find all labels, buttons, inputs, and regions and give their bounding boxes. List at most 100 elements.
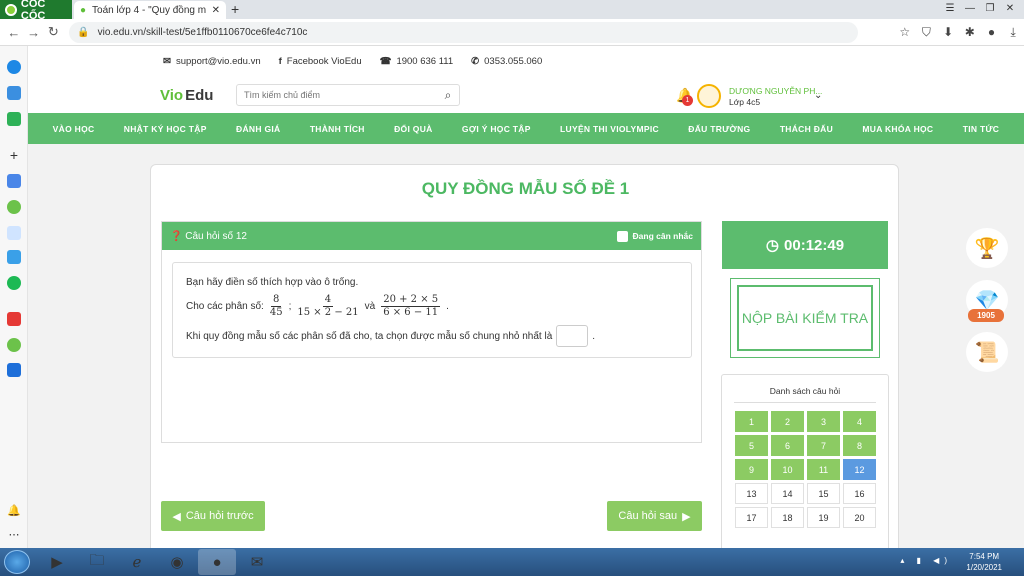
question-number-button[interactable]: 7 xyxy=(807,435,840,456)
fraction-1: 8 45 xyxy=(270,294,283,319)
shield-icon[interactable]: ⛉ xyxy=(916,25,938,40)
question-number-button[interactable]: 2 xyxy=(771,411,804,432)
menu-item-violympic[interactable]: LUYỆN THI VIOLYMPIC xyxy=(560,124,659,134)
question-number-button[interactable]: 4 xyxy=(843,411,876,432)
question-number-button[interactable]: 18 xyxy=(771,507,804,528)
question-line: Khi quy đồng mẫu số các phân số đã cho, … xyxy=(186,325,678,347)
question-number-button[interactable]: 14 xyxy=(771,483,804,504)
question-number-button[interactable]: 15 xyxy=(807,483,840,504)
minimize-icon[interactable]: — xyxy=(960,0,980,16)
extensions-icon[interactable]: ✱ xyxy=(959,25,981,39)
menu-item-thach-dau[interactable]: THÁCH ĐẤU xyxy=(780,124,833,134)
question-number-button[interactable]: 12 xyxy=(843,459,876,480)
translate-icon[interactable] xyxy=(7,174,21,188)
certificate-icon[interactable]: 📜 xyxy=(966,332,1008,372)
menu-item-dau-truong[interactable]: ĐẤU TRƯỜNG xyxy=(688,124,750,134)
bell-sidebar-icon[interactable]: 🔔 xyxy=(7,504,21,518)
music-icon[interactable] xyxy=(7,276,21,290)
close-window-icon[interactable]: ✕ xyxy=(1000,0,1020,16)
browser-tab[interactable]: ● Toán lớp 4 - "Quy đồng mẫu ✕ xyxy=(74,1,226,19)
menu-item-nhat-ky[interactable]: NHẬT KÝ HỌC TẬP xyxy=(124,124,207,134)
search-input[interactable] xyxy=(244,90,437,100)
consider-checkbox[interactable]: Đang cân nhắc xyxy=(616,230,693,242)
start-button[interactable] xyxy=(4,550,30,574)
messenger-icon[interactable] xyxy=(7,60,21,74)
question-number-button[interactable]: 20 xyxy=(843,507,876,528)
question-number-button[interactable]: 10 xyxy=(771,459,804,480)
back-icon[interactable]: ← xyxy=(4,25,24,40)
menu-item-doi-qua[interactable]: ĐỔI QUÀ xyxy=(394,124,432,134)
link-icon[interactable] xyxy=(7,226,21,240)
submit-test-button[interactable]: NỘP BÀI KIỂM TRA xyxy=(737,285,873,351)
question-number-button[interactable]: 11 xyxy=(807,459,840,480)
coccoc-icon[interactable] xyxy=(7,200,21,214)
menu-icon[interactable]: ☰ xyxy=(940,0,960,16)
game-icon[interactable] xyxy=(7,112,21,126)
question-number-button[interactable]: 13 xyxy=(735,483,768,504)
coccoc-news-icon[interactable] xyxy=(7,338,21,352)
menu-item-mua-khoa-hoc[interactable]: MUA KHÓA HỌC xyxy=(862,124,933,134)
question-number-button[interactable]: 6 xyxy=(771,435,804,456)
coccoc-taskbar-icon[interactable]: ● xyxy=(198,549,236,575)
internet-explorer-icon[interactable]: ℯ xyxy=(118,549,156,575)
vioedu-logo[interactable]: Vio Edu xyxy=(160,87,213,104)
contact-facebook[interactable]: f Facebook VioEdu xyxy=(279,56,362,67)
add-icon[interactable]: + xyxy=(7,148,21,162)
zalo-icon[interactable] xyxy=(7,86,21,100)
tab-close-icon[interactable]: ✕ xyxy=(212,5,220,16)
question-number-button[interactable]: 19 xyxy=(807,507,840,528)
clock-time: 7:54 PM xyxy=(969,552,1000,561)
more-icon[interactable]: ⋯ xyxy=(7,528,21,542)
avatar[interactable] xyxy=(697,84,721,108)
download-icon[interactable]: ⤓ xyxy=(1002,25,1024,40)
instruction-text: Bạn hãy điền số thích hợp vào ô trống. xyxy=(186,277,359,288)
deal-icon[interactable] xyxy=(7,363,21,377)
contact-phone2[interactable]: ✆ 0353.055.060 xyxy=(471,56,542,67)
question-number-button[interactable]: 16 xyxy=(843,483,876,504)
vtv-icon[interactable] xyxy=(7,312,21,326)
search-icon[interactable]: ⌕ xyxy=(437,88,459,103)
menu-item-thanh-tich[interactable]: THÀNH TÍCH xyxy=(310,124,365,134)
trophy-icon[interactable]: 🏆 xyxy=(966,228,1008,268)
bookmark-star-icon[interactable]: ☆ xyxy=(894,25,916,39)
forward-icon[interactable]: → xyxy=(24,25,44,40)
user-name[interactable]: DƯƠNG NGUYỄN PH... xyxy=(729,86,822,96)
fraction-1-denominator: 45 xyxy=(269,307,283,318)
reload-icon[interactable]: ↻ xyxy=(43,24,63,40)
notification-bell[interactable]: 🔔1 xyxy=(676,87,693,106)
menu-item-vao-hoc[interactable]: VÀO HỌC xyxy=(53,124,95,134)
menu-item-goi-y[interactable]: GỢI Ý HỌC TẬP xyxy=(462,124,531,134)
chrome-icon[interactable]: ◉ xyxy=(158,549,196,575)
contact-phone1[interactable]: ☎ 1900 636 111 xyxy=(380,56,454,67)
new-tab-icon[interactable]: + xyxy=(231,1,239,17)
browser-brand[interactable]: CỐC CỐC xyxy=(0,0,72,22)
file-explorer-icon[interactable]: 🗀 xyxy=(78,549,116,575)
browser-sidebar: + 🔔 ⋯ xyxy=(0,46,28,548)
consider-label: Đang cân nhắc xyxy=(632,231,693,241)
contact-email[interactable]: ✉ support@vio.edu.vn xyxy=(163,56,261,67)
profile-icon[interactable]: ● xyxy=(981,25,1003,39)
chevron-down-icon[interactable]: ⌄ xyxy=(814,90,822,101)
checkbox-square[interactable] xyxy=(616,230,628,242)
s-app-icon[interactable] xyxy=(7,250,21,264)
question-number-button[interactable]: 1 xyxy=(735,411,768,432)
answer-input[interactable] xyxy=(556,325,589,347)
next-question-button[interactable]: Câu hỏi sau ▶ xyxy=(607,501,702,531)
menu-item-tin-tuc[interactable]: TIN TỨC xyxy=(963,124,1000,134)
question-number-button[interactable]: 5 xyxy=(735,435,768,456)
logo-vio: Vio xyxy=(160,87,184,104)
clock[interactable]: 7:54 PM 1/20/2021 xyxy=(966,551,1002,573)
question-number-button[interactable]: 17 xyxy=(735,507,768,528)
prev-question-button[interactable]: ◀ Câu hỏi trước xyxy=(161,501,265,531)
menu-item-danh-gia[interactable]: ĐÁNH GIÁ xyxy=(236,124,280,134)
restore-icon[interactable]: ❐ xyxy=(980,0,1000,16)
system-tray[interactable]: ▴ ▮ ◀) xyxy=(900,556,952,565)
question-number-button[interactable]: 9 xyxy=(735,459,768,480)
question-number-button[interactable]: 3 xyxy=(807,411,840,432)
coccoc-logo-icon xyxy=(5,3,17,16)
url-field[interactable]: 🔒 vio.edu.vn/skill-test/5e1ffb0110670ce6… xyxy=(69,21,858,43)
question-number-button[interactable]: 8 xyxy=(843,435,876,456)
media-player-icon[interactable]: ▶ xyxy=(38,549,76,575)
zalo-taskbar-icon[interactable]: ✉ xyxy=(238,549,276,575)
download-box-icon[interactable]: ⬇ xyxy=(937,25,959,39)
